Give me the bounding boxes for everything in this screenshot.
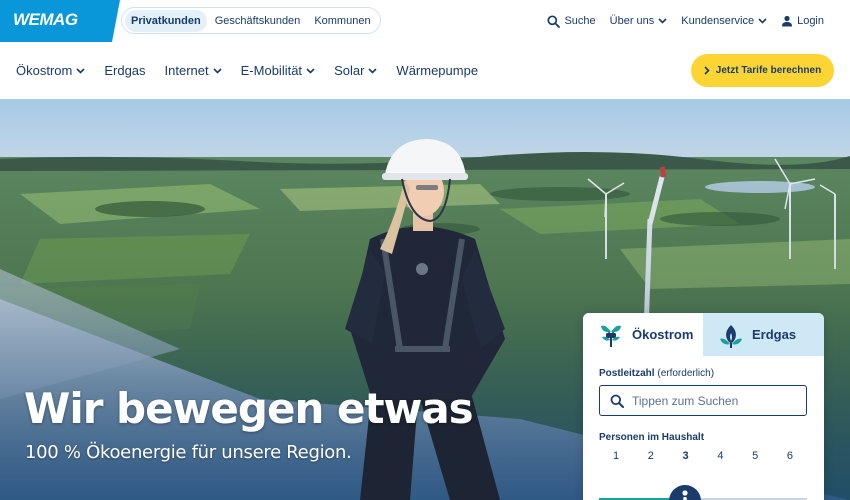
persons-option-3[interactable]: 3: [681, 450, 691, 462]
chevron-down-icon: [213, 67, 222, 74]
tab-erdgas[interactable]: Erdgas: [703, 313, 824, 356]
chevron-down-icon: [658, 18, 667, 24]
search-label: Suche: [564, 15, 596, 27]
main-navigation: Ökostrom Erdgas Internet E-Mobilität Sol…: [0, 42, 850, 99]
persons-option-5[interactable]: 5: [750, 450, 760, 462]
nav-item-emobilitaet[interactable]: E-Mobilität: [241, 63, 315, 78]
top-bar: WEMAG Privatkunden Geschäftskunden Kommu…: [0, 0, 850, 42]
login-label: Login: [797, 15, 824, 27]
zip-search-input[interactable]: [632, 393, 792, 408]
nav-label: Wärmepumpe: [396, 63, 479, 78]
person-icon: [682, 490, 688, 500]
hero-subtitle: 100 % Ökoenergie für unsere Region.: [25, 442, 352, 463]
chevron-down-icon: [76, 67, 85, 74]
chevron-down-icon: [758, 18, 767, 24]
chevron-right-icon: [704, 66, 710, 75]
nav-item-oekostrom[interactable]: Ökostrom: [16, 63, 85, 78]
tab-oekostrom[interactable]: Ökostrom: [583, 313, 703, 356]
segment-municipalities[interactable]: Kommunen: [308, 10, 376, 32]
search-link[interactable]: Suche: [547, 14, 596, 28]
customer-service-dropdown[interactable]: Kundenservice: [681, 15, 767, 27]
search-icon: [610, 394, 624, 408]
persons-slider-handle[interactable]: [669, 485, 701, 500]
customer-segment-switch: Privatkunden Geschäftskunden Kommunen: [121, 7, 381, 34]
cta-label: Jetzt Tarife berechnen: [715, 65, 822, 76]
wemag-logo[interactable]: WEMAG: [0, 0, 120, 42]
segment-business[interactable]: Geschäftskunden: [209, 10, 307, 32]
nav-item-waermepumpe[interactable]: Wärmepumpe: [396, 63, 478, 78]
calculate-tariffs-button[interactable]: Jetzt Tarife berechnen: [691, 54, 834, 87]
logo-text: WEMAG: [13, 10, 78, 29]
persons-option-6[interactable]: 6: [785, 450, 795, 462]
tariff-tabs: Ökostrom Erdgas: [583, 313, 824, 356]
tab-label: Erdgas: [752, 327, 797, 342]
tab-label: Ökostrom: [632, 327, 694, 342]
persons-option-1[interactable]: 1: [611, 450, 621, 462]
chevron-down-icon: [368, 67, 377, 74]
search-icon: [547, 14, 561, 28]
chevron-down-icon: [306, 67, 315, 74]
nav-label: Ökostrom: [16, 63, 73, 78]
zip-label-text: Postleitzahl: [599, 368, 655, 379]
customer-service-label: Kundenservice: [681, 15, 755, 27]
login-link[interactable]: Login: [781, 15, 824, 27]
nav-label: Internet: [164, 63, 209, 78]
persons-label: Personen im Haushalt: [599, 432, 705, 443]
about-label: Über uns: [609, 15, 655, 27]
persons-options: 1 2 3 4 5 6: [599, 450, 808, 462]
user-icon: [782, 15, 793, 27]
persons-option-2[interactable]: 2: [646, 450, 656, 462]
nav-label: E-Mobilität: [240, 63, 303, 78]
zip-search-field[interactable]: [599, 385, 807, 416]
nav-label: Solar: [334, 63, 365, 78]
top-right-nav: Suche Über uns Kundenservice Login: [547, 0, 824, 42]
about-dropdown[interactable]: Über uns: [610, 15, 668, 27]
zip-required-hint: (erforderlich): [657, 368, 715, 379]
nav-item-erdgas[interactable]: Erdgas: [104, 63, 145, 78]
persons-option-4[interactable]: 4: [715, 450, 725, 462]
nav-item-solar[interactable]: Solar: [334, 63, 377, 78]
segment-private[interactable]: Privatkunden: [125, 9, 207, 32]
hero-title: Wir bewegen etwas: [24, 384, 474, 433]
plug-leaf-icon: [601, 325, 621, 347]
tariff-calculator-card: Ökostrom Erdgas Postleitzahl (erforderli…: [583, 313, 824, 500]
zip-label: Postleitzahl (erforderlich): [599, 368, 808, 379]
flame-leaf-icon: [720, 324, 742, 348]
nav-item-internet[interactable]: Internet: [165, 63, 222, 78]
nav-label: Erdgas: [104, 63, 146, 78]
